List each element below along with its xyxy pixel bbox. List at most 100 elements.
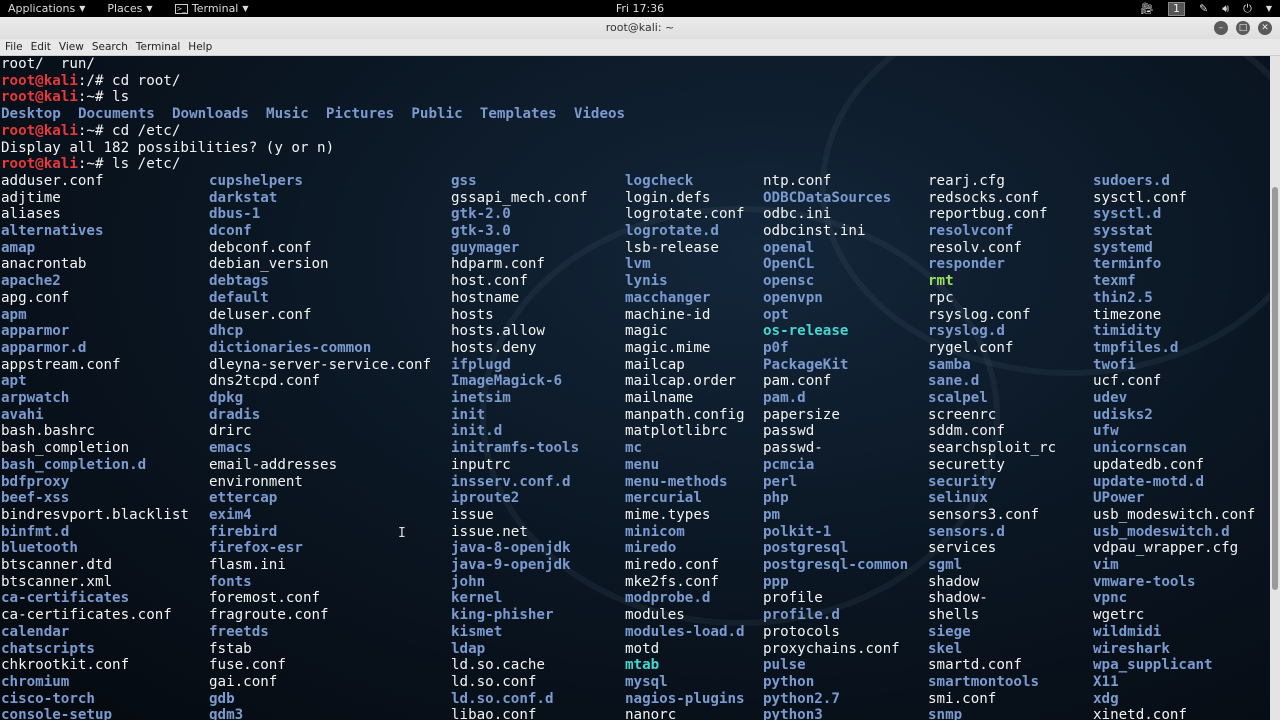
etc-entry-file: f:mailcap.order <box>625 373 737 390</box>
etc-entry-file: f:mailcap <box>625 356 685 373</box>
etc-entry-dir: d:ODBCDataSources <box>763 189 892 206</box>
etc-entry-file: f:dns2tcpd.conf <box>209 373 321 390</box>
etc-entry-dir: d:logcheck <box>625 172 694 189</box>
menu-view[interactable]: View <box>59 41 84 53</box>
terminal-output[interactable]: root/ run/root@kali:/# cd root/root@kali… <box>0 56 1270 720</box>
etc-entry-dir: d:darkstat <box>209 189 278 206</box>
maximize-icon[interactable]: □ <box>1236 21 1250 35</box>
close-icon[interactable]: ✕ <box>1258 21 1272 35</box>
etc-entry-dir: d:python <box>763 673 815 690</box>
etc-entry-file: f:debian_version <box>209 256 329 273</box>
etc-entry-dir: d:mc <box>625 440 643 457</box>
etc-entry-dir: d:snmp <box>928 707 963 720</box>
prompt-user: root@kali <box>1 72 78 89</box>
terminal-icon: >_ <box>174 3 188 14</box>
etc-entry-dir: d:binfmt.d <box>1 523 70 540</box>
etc-entry-dir: d:systemd <box>1093 239 1153 256</box>
places-menu[interactable]: Places ▼ <box>107 2 152 15</box>
workspace-indicator[interactable]: 1 <box>1167 1 1185 16</box>
etc-entry-dir: d:usb_modeswitch.d <box>1093 523 1230 540</box>
scrollbar-thumb[interactable] <box>1272 187 1278 590</box>
prompt-path: :~# <box>77 89 113 106</box>
minimize-icon[interactable]: – <box>1214 21 1228 35</box>
etc-entry-dir: d:logrotate.d <box>625 223 719 239</box>
etc-entry-dir: d:sensors.d <box>928 523 1005 540</box>
window-titlebar[interactable]: root@kali: ~ – □ ✕ <box>0 17 1280 39</box>
etc-entry-file: f:resolv.conf <box>928 239 1022 256</box>
etc-entry-dir: d:twofi <box>1093 356 1136 373</box>
menu-search[interactable]: Search <box>92 41 128 53</box>
etc-entry-dir: d:calendar <box>1 623 70 640</box>
etc-entry-dir: d:debtags <box>209 273 269 290</box>
etc-entry-dir: d:apache2 <box>1 273 61 290</box>
etc-entry-file: f:fstab <box>209 640 252 657</box>
etc-entry-file: f:smi.conf <box>928 690 997 707</box>
menu-edit[interactable]: Edit <box>31 41 51 53</box>
etc-entry-dir: d:dpkg <box>209 390 244 406</box>
etc-entry-file: f:issue <box>451 506 494 523</box>
etc-entry-file: f:lsb-release <box>625 239 719 256</box>
menu-terminal[interactable]: Terminal <box>136 41 180 53</box>
etc-entry-dir: d:initramfs-tools <box>451 440 580 457</box>
etc-entry-file: f:modules <box>625 607 685 624</box>
etc-entry-dir: d:lynis <box>625 273 668 290</box>
etc-entry-file: f:logrotate.conf <box>625 206 745 223</box>
terminal-line: root@kali:~# cd /etc/ <box>1 123 180 140</box>
etc-entry-file: f:smartd.conf <box>928 657 1022 674</box>
etc-entry-file: f:adjtime <box>1 189 61 206</box>
etc-entry-dir: d:resolvconf <box>928 223 1014 239</box>
etc-entry-dir: d:kernel <box>451 590 503 607</box>
etc-entry-file: f:profile <box>763 590 823 607</box>
menu-file[interactable]: File <box>5 41 23 53</box>
home-dir-entry: Templates <box>479 106 557 123</box>
home-dir-entry: Desktop <box>1 106 61 123</box>
etc-entry-dir: d:xdg <box>1093 690 1119 707</box>
terminal-app-menu[interactable]: >_ Terminal ▼ <box>174 2 249 15</box>
terminal-line: root@kali:/# cd root/ <box>1 73 180 90</box>
terminal-line: root@kali:~# ls <box>1 89 129 106</box>
etc-entry-file: f:hosts.deny <box>451 339 537 356</box>
places-label: Places <box>107 2 143 15</box>
etc-entry-file: f:host.conf <box>451 273 528 290</box>
command-text: Display all 182 possibilities? (y or n) <box>1 139 335 156</box>
etc-entry-file: f:issue.net <box>451 523 528 540</box>
caret-down-icon: ▼ <box>146 4 153 13</box>
etc-entry-file: f:anacrontab <box>1 256 87 273</box>
applications-menu[interactable]: Applications ▼ <box>8 2 85 15</box>
etc-entry-dir: d:bluetooth <box>1 540 78 557</box>
etc-entry-dir: d:samba <box>928 356 971 373</box>
applications-label: Applications <box>8 2 76 15</box>
etc-entry-file: f:mailname <box>625 390 694 406</box>
etc-entry-dir: d:nagios-plugins <box>625 690 745 707</box>
etc-entry-dir: d:gtk-2.0 <box>451 206 511 223</box>
pen-icon[interactable]: ✎ <box>1199 2 1208 15</box>
etc-entry-file: f:deluser.conf <box>209 306 312 323</box>
etc-entry-dir: d:macchanger <box>625 289 711 306</box>
etc-entry-file: f:odbc.ini <box>763 206 832 223</box>
etc-entry-file: f:hostname <box>451 289 520 306</box>
etc-entry-dir: d:pam.d <box>763 390 806 406</box>
volume-icon[interactable]: 🔊︎ <box>1222 2 1229 16</box>
etc-entry-dir: d:python2.7 <box>763 690 840 707</box>
video-camera-icon[interactable]: 🎥︎ <box>1140 2 1154 15</box>
etc-entry-dir: d:profile.d <box>763 607 840 624</box>
etc-entry-file: f:matplotlibrc <box>625 423 728 440</box>
etc-entry-file: f:rsyslog.conf <box>928 306 1031 323</box>
etc-entry-dir: d:cupshelpers <box>209 172 303 189</box>
etc-entry-dir: d:ldap <box>451 640 486 657</box>
etc-entry-dir: d:freetds <box>209 623 269 640</box>
etc-entry-dir: d:gdm3 <box>209 707 244 720</box>
etc-entry-dir: d:apparmor <box>1 323 70 340</box>
terminal-label: Terminal <box>191 2 239 15</box>
power-icon[interactable]: ⏻ <box>1243 2 1252 16</box>
menu-help[interactable]: Help <box>188 41 212 53</box>
system-menu-caret-icon[interactable]: ▼ <box>1266 4 1272 13</box>
etc-entry-file: f:sysctl.conf <box>1093 189 1187 206</box>
scrollbar[interactable] <box>1270 56 1280 720</box>
etc-entry-dir: d:postgresql <box>763 540 849 557</box>
etc-entry-dir: d:sane.d <box>928 373 980 390</box>
etc-entry-dir: d:security <box>928 473 997 490</box>
etc-entry-dir: d:init.d <box>451 423 503 440</box>
etc-entry-dir: d:X11 <box>1093 673 1119 690</box>
etc-entry-file: f:vdpau_wrapper.cfg <box>1093 540 1239 557</box>
